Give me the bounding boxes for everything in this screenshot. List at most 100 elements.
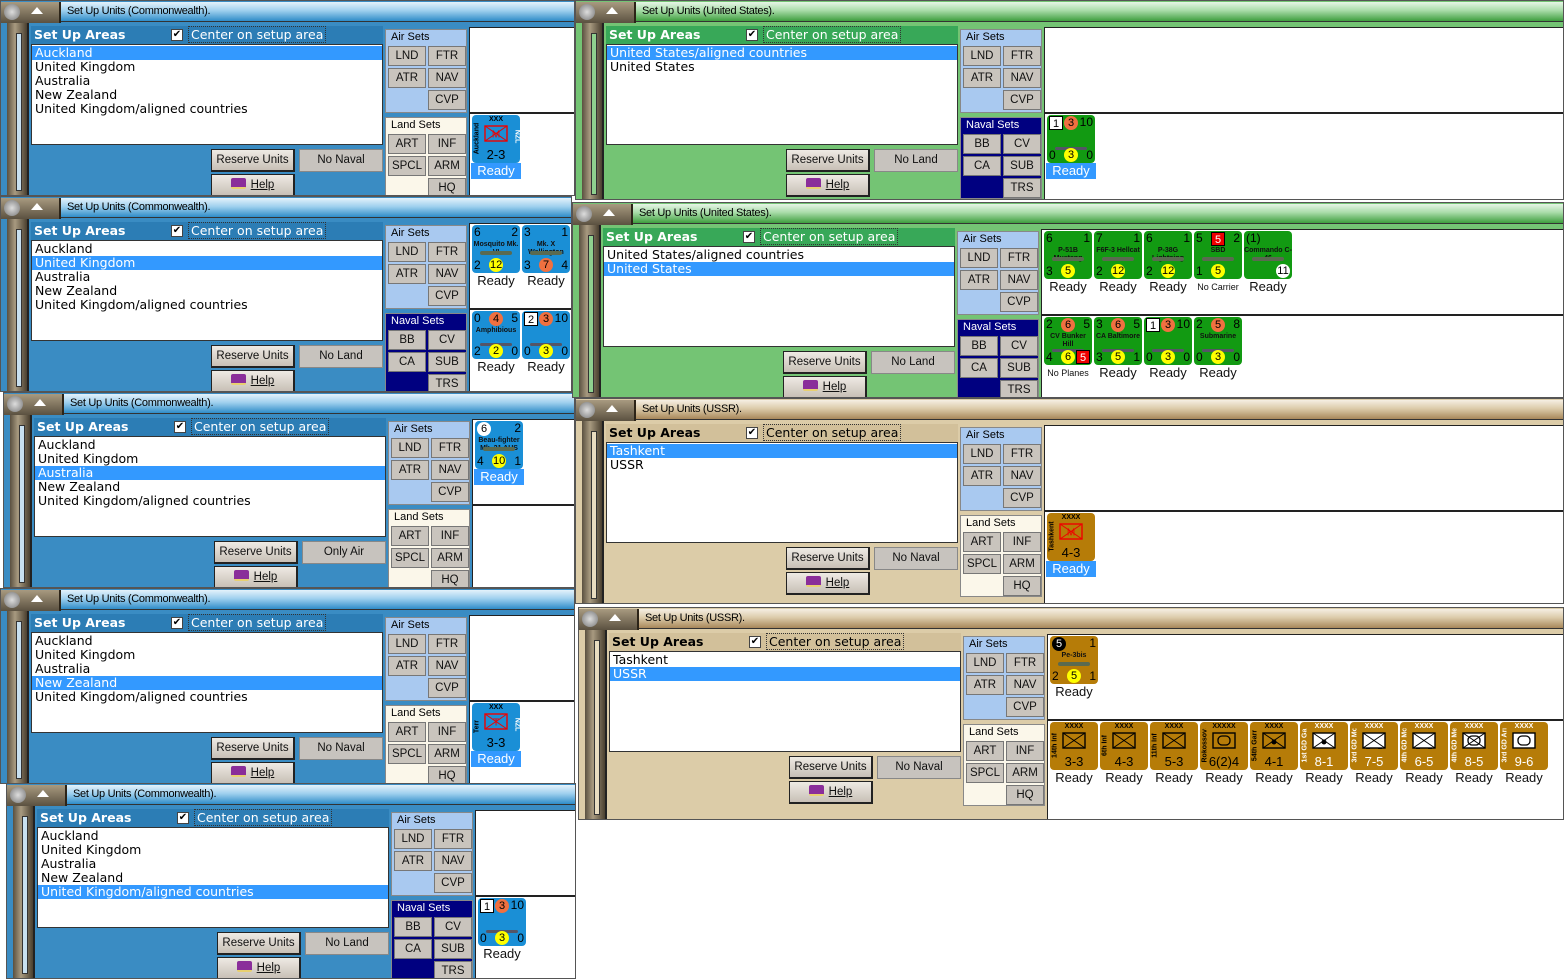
unit-counter[interactable]: 3 6 5 CA Baltimore 3 5 1 Ready <box>1094 317 1142 380</box>
setup-area-item[interactable]: USSR <box>607 458 957 472</box>
unit-counter[interactable]: XXXX 14th Inf 3-3 Ready <box>1050 722 1098 785</box>
set-button-lnd[interactable]: LND <box>966 653 1004 673</box>
set-button-bb[interactable]: BB <box>394 917 432 937</box>
unit-counter[interactable]: 7 1 F6F-3 Hellcat 2 12 Ready <box>1094 231 1142 294</box>
unit-counter[interactable]: 5 5 2 SBD 1 5 No Carrier <box>1194 231 1242 292</box>
reserve-units-button[interactable]: Reserve Units <box>786 547 870 570</box>
set-button-lnd[interactable]: LND <box>394 829 432 849</box>
set-button-spcl[interactable]: SPCL <box>391 548 429 568</box>
set-button-ca[interactable]: CA <box>960 358 998 378</box>
set-button-atr[interactable]: ATR <box>388 264 426 284</box>
set-button-lnd[interactable]: LND <box>388 242 426 262</box>
setup-area-item[interactable]: United States/aligned countries <box>607 46 957 60</box>
unit-counter[interactable]: 1 3 10 0 3 0 Ready <box>478 898 526 961</box>
set-button-nav[interactable]: NAV <box>428 264 466 284</box>
unit-filter-button[interactable]: Only Air <box>302 541 386 564</box>
setup-area-item[interactable]: Auckland <box>32 634 382 648</box>
set-button-art[interactable]: ART <box>388 134 426 154</box>
set-button-spcl[interactable]: SPCL <box>388 156 426 176</box>
set-button-ftr[interactable]: FTR <box>428 242 466 262</box>
set-button-nav[interactable]: NAV <box>1000 270 1038 290</box>
set-button-atr[interactable]: ATR <box>963 466 1001 486</box>
set-button-nav[interactable]: NAV <box>428 656 466 676</box>
set-button-sub[interactable]: SUB <box>428 352 466 372</box>
set-button-ftr[interactable]: FTR <box>1003 46 1041 66</box>
help-button[interactable]: Help <box>211 762 295 783</box>
unit-counter[interactable]: XXXX 54th Garr 4-1 Ready <box>1250 722 1298 785</box>
window-collapse-button[interactable] <box>579 609 639 630</box>
unit-filter-button[interactable]: No Naval <box>299 149 383 172</box>
setup-area-item[interactable]: New Zealand <box>32 284 382 298</box>
window-title-bar[interactable]: Set Up Units (USSR). <box>579 609 1563 630</box>
center-on-setup-checkbox[interactable]: ✔ <box>171 225 183 237</box>
window-side-scrollbar[interactable] <box>585 630 607 819</box>
reserve-units-button[interactable]: Reserve Units <box>789 756 873 779</box>
set-button-sub[interactable]: SUB <box>434 939 472 959</box>
set-button-hq[interactable]: HQ <box>428 178 466 195</box>
setup-areas-list[interactable]: Auckland United Kingdom Australia New Zeala… <box>31 632 383 733</box>
set-button-arm[interactable]: ARM <box>1006 763 1044 783</box>
set-button-art[interactable]: ART <box>963 532 1001 552</box>
unit-filter-button[interactable]: No Naval <box>299 737 383 760</box>
set-button-cv[interactable]: CV <box>1003 134 1041 154</box>
set-button-nav[interactable]: NAV <box>431 460 469 480</box>
setup-area-item[interactable]: USSR <box>610 667 960 681</box>
setup-areas-list[interactable]: Auckland United Kingdom Australia New Zeala… <box>34 436 386 537</box>
set-button-cvp[interactable]: CVP <box>1003 488 1041 508</box>
set-button-ftr[interactable]: FTR <box>428 634 466 654</box>
set-button-art[interactable]: ART <box>388 722 426 742</box>
setup-area-item[interactable]: New Zealand <box>38 871 388 885</box>
setup-area-item[interactable]: United Kingdom <box>38 843 388 857</box>
set-button-sub[interactable]: SUB <box>1003 156 1041 176</box>
setup-area-item[interactable]: United Kingdom/aligned countries <box>32 298 382 312</box>
set-button-atr[interactable]: ATR <box>394 851 432 871</box>
unit-filter-button[interactable]: No Land <box>874 149 958 172</box>
reserve-units-button[interactable]: Reserve Units <box>214 541 298 564</box>
center-on-setup-label[interactable]: Center on setup area <box>188 222 327 239</box>
set-button-cvp[interactable]: CVP <box>1003 90 1041 110</box>
window-collapse-button[interactable] <box>1 198 61 219</box>
setup-area-item[interactable]: New Zealand <box>32 88 382 102</box>
set-button-art[interactable]: ART <box>391 526 429 546</box>
unit-filter-button[interactable]: No Land <box>871 351 955 374</box>
set-button-cvp[interactable]: CVP <box>434 873 472 893</box>
set-button-bb[interactable]: BB <box>963 134 1001 154</box>
set-button-nav[interactable]: NAV <box>1003 68 1041 88</box>
set-button-cvp[interactable]: CVP <box>1006 697 1044 717</box>
setup-area-item[interactable]: Australia <box>32 662 382 676</box>
set-button-ftr[interactable]: FTR <box>431 438 469 458</box>
set-button-hq[interactable]: HQ <box>1006 785 1044 805</box>
set-button-cv[interactable]: CV <box>428 330 466 350</box>
set-button-trs[interactable]: TRS <box>1003 178 1041 198</box>
setup-area-item[interactable]: United States <box>607 60 957 74</box>
set-button-cvp[interactable]: CVP <box>428 90 466 110</box>
unit-filter-button[interactable]: No Land <box>305 932 389 955</box>
setup-area-item[interactable]: Auckland <box>32 242 382 256</box>
reserve-units-button[interactable]: Reserve Units <box>211 345 295 368</box>
set-button-trs[interactable]: TRS <box>434 961 472 978</box>
setup-area-item[interactable]: United Kingdom <box>32 60 382 74</box>
setup-area-item[interactable]: United States/aligned countries <box>604 248 954 262</box>
set-button-lnd[interactable]: LND <box>960 248 998 268</box>
set-button-inf[interactable]: INF <box>431 526 469 546</box>
reserve-units-button[interactable]: Reserve Units <box>786 149 870 172</box>
setup-area-item[interactable]: Australia <box>32 74 382 88</box>
unit-counter[interactable]: 31Mk. X Wellington374Ready <box>522 225 570 288</box>
window-side-scrollbar[interactable] <box>7 611 29 783</box>
setup-area-item[interactable]: United Kingdom/aligned countries <box>38 885 388 899</box>
reserve-units-button[interactable]: Reserve Units <box>783 351 867 374</box>
set-button-cv[interactable]: CV <box>434 917 472 937</box>
setup-area-item[interactable]: New Zealand <box>35 480 385 494</box>
unit-counter[interactable]: XXXXTashkentMM4-3Ready <box>1046 513 1096 577</box>
window-collapse-button[interactable] <box>1 2 61 23</box>
setup-areas-list[interactable]: Auckland United Kingdom Australia New Zeala… <box>31 44 383 145</box>
unit-counter[interactable]: XXXX 6th Inf 4-3 Ready <box>1100 722 1148 785</box>
set-button-spcl[interactable]: SPCL <box>966 763 1004 783</box>
unit-counter[interactable]: 1 3 10 0 3 0 Ready <box>1046 115 1096 179</box>
set-button-nav[interactable]: NAV <box>428 68 466 88</box>
window-side-scrollbar[interactable] <box>582 23 604 199</box>
set-button-arm[interactable]: ARM <box>428 156 466 176</box>
center-on-setup-checkbox[interactable]: ✔ <box>174 421 186 433</box>
window-side-scrollbar[interactable] <box>7 23 29 195</box>
unit-counter[interactable]: 2 3 10 0 3 0 Ready <box>522 311 570 374</box>
